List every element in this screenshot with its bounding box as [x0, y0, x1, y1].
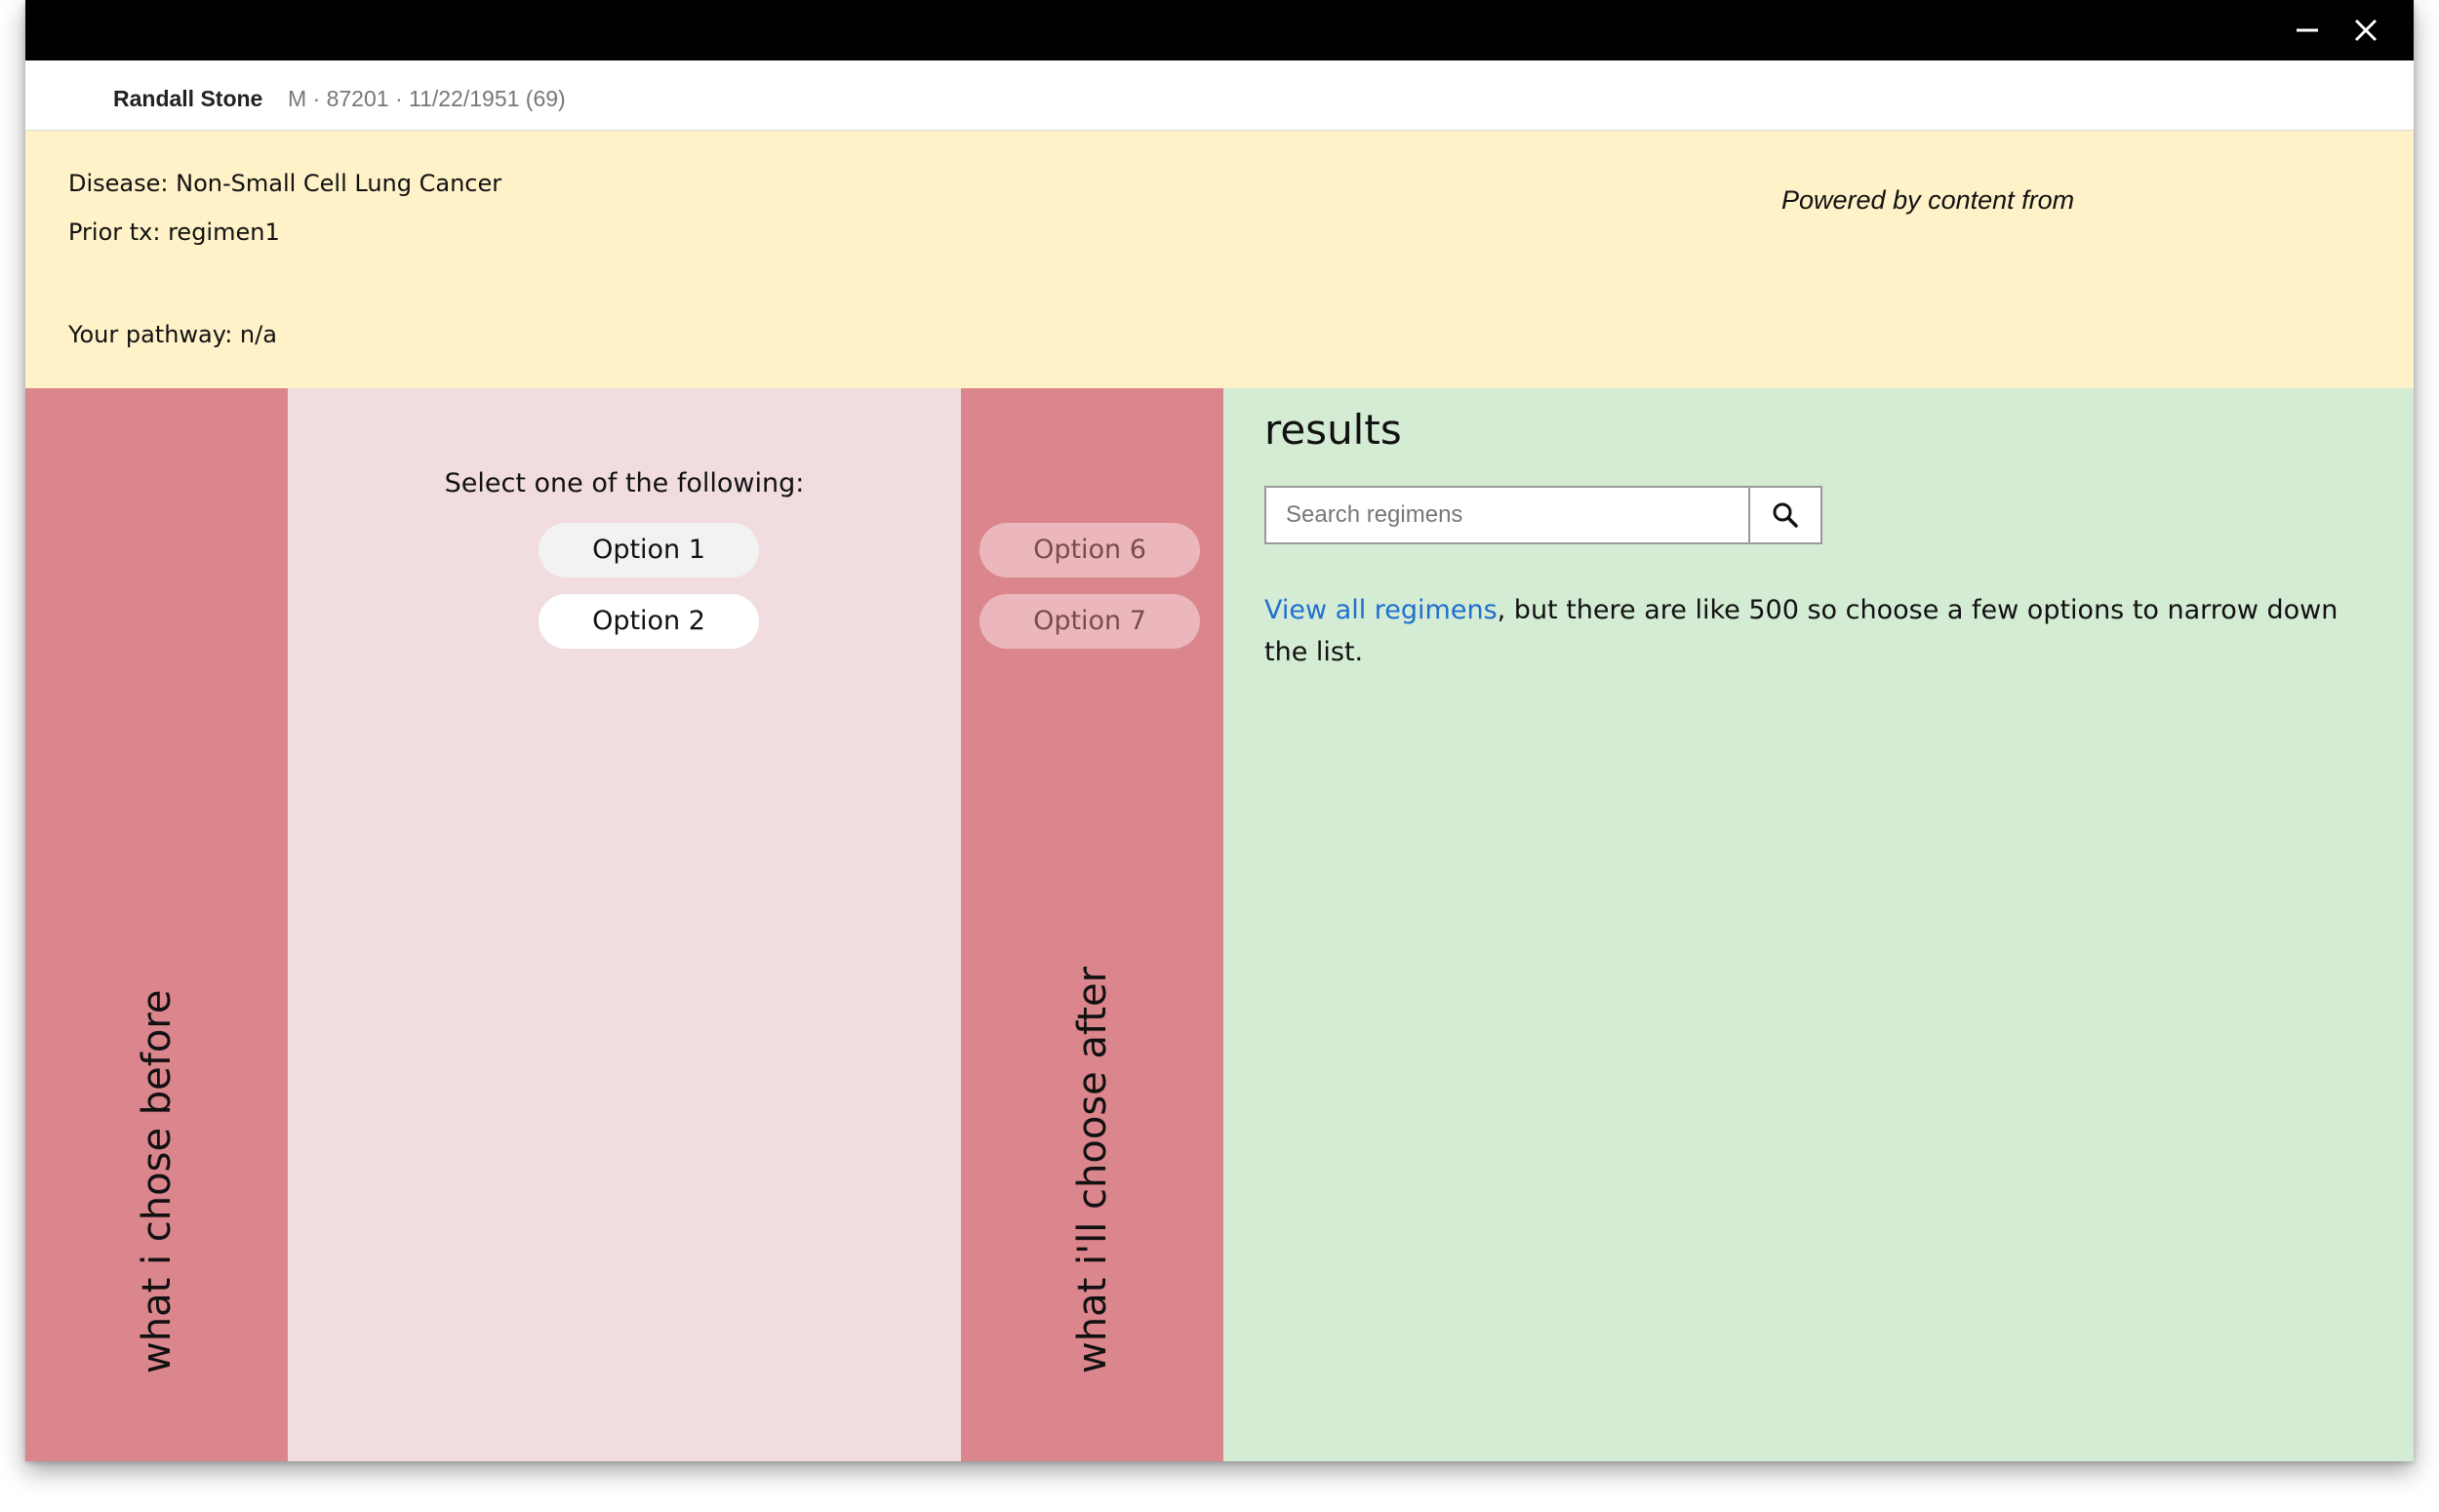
patient-header: Randall Stone M · 87201 · 11/22/1951 (69…	[25, 60, 2414, 131]
clinical-info-panel: Disease: Non-Small Cell Lung Cancer Prio…	[25, 131, 2414, 388]
title-bar	[25, 0, 2414, 60]
patient-name: Randall Stone	[113, 86, 263, 111]
prior-treatment-text: Prior tx: regimen1	[68, 219, 280, 246]
future-choices-label: what i'll choose after	[1069, 966, 1115, 1373]
main-workspace: what i chose before Select one of the fo…	[25, 388, 2414, 1461]
view-all-regimens-link[interactable]: View all regimens	[1264, 595, 1498, 625]
search-button[interactable]	[1748, 488, 1820, 542]
results-description: View all regimens, but there are like 50…	[1264, 589, 2377, 673]
powered-by-text: Powered by content from	[1781, 185, 2075, 215]
search-box	[1264, 486, 1822, 544]
option-1-button[interactable]: Option 1	[539, 523, 759, 577]
disease-text: Disease: Non-Small Cell Lung Cancer	[68, 170, 502, 197]
future-choices-column: Option 6 Option 7 what i'll choose after	[961, 388, 1223, 1461]
selection-column: Select one of the following: Option 1 Op…	[288, 388, 961, 1461]
results-title: results	[1264, 406, 1402, 454]
close-button[interactable]	[2347, 12, 2384, 49]
previous-choices-column: what i chose before	[25, 388, 288, 1461]
search-icon	[1773, 502, 1798, 528]
minimize-icon	[2297, 28, 2318, 32]
close-icon	[2354, 19, 2378, 42]
selection-prompt: Select one of the following:	[444, 468, 805, 498]
results-column: results View all regimens, but there are…	[1223, 388, 2414, 1461]
option-7-button[interactable]: Option 7	[980, 594, 1200, 649]
minimize-button[interactable]	[2289, 12, 2326, 49]
option-2-button[interactable]: Option 2	[539, 594, 759, 649]
previous-choices-label: what i chose before	[134, 989, 180, 1373]
option-6-button[interactable]: Option 6	[980, 523, 1200, 577]
search-input[interactable]	[1266, 488, 1748, 542]
patient-demographics: M · 87201 · 11/22/1951 (69)	[288, 86, 566, 111]
app-window: Randall Stone M · 87201 · 11/22/1951 (69…	[25, 0, 2414, 1461]
pathway-text: Your pathway: n/a	[68, 321, 277, 348]
